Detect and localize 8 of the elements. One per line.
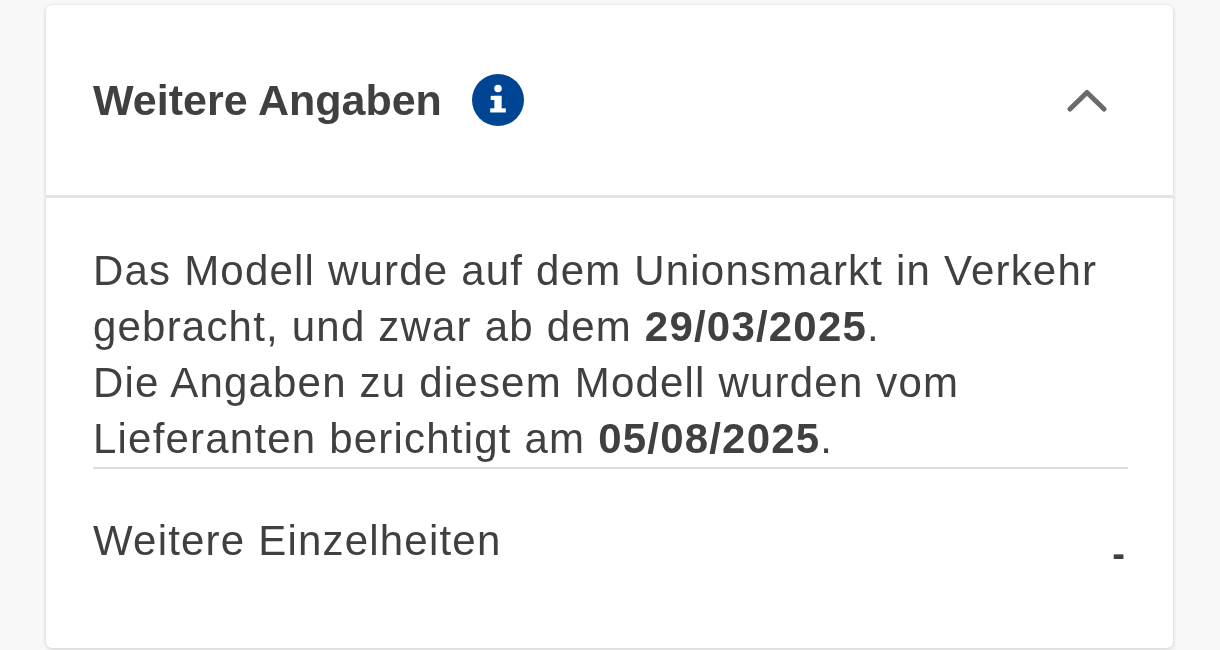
info-paragraph: Die Angaben zu diesem Modell wurden vom Lieferanten berichtigt am 05/08/2025.	[93, 358, 961, 464]
section-title: Weitere Angaben	[93, 78, 442, 122]
detail-label: Weitere Einzelheiten	[93, 516, 502, 566]
info-paragraph: Das Modell wurde auf dem Unionsmarkt in Verkehr gebracht, und zwar ab dem 29/03/2025.	[93, 246, 1099, 352]
info-icon[interactable]	[471, 74, 524, 126]
detail-value: -	[1112, 532, 1125, 577]
section-header[interactable]: Weitere Angaben	[46, 5, 1173, 195]
chevron-up-icon[interactable]	[1067, 88, 1107, 112]
